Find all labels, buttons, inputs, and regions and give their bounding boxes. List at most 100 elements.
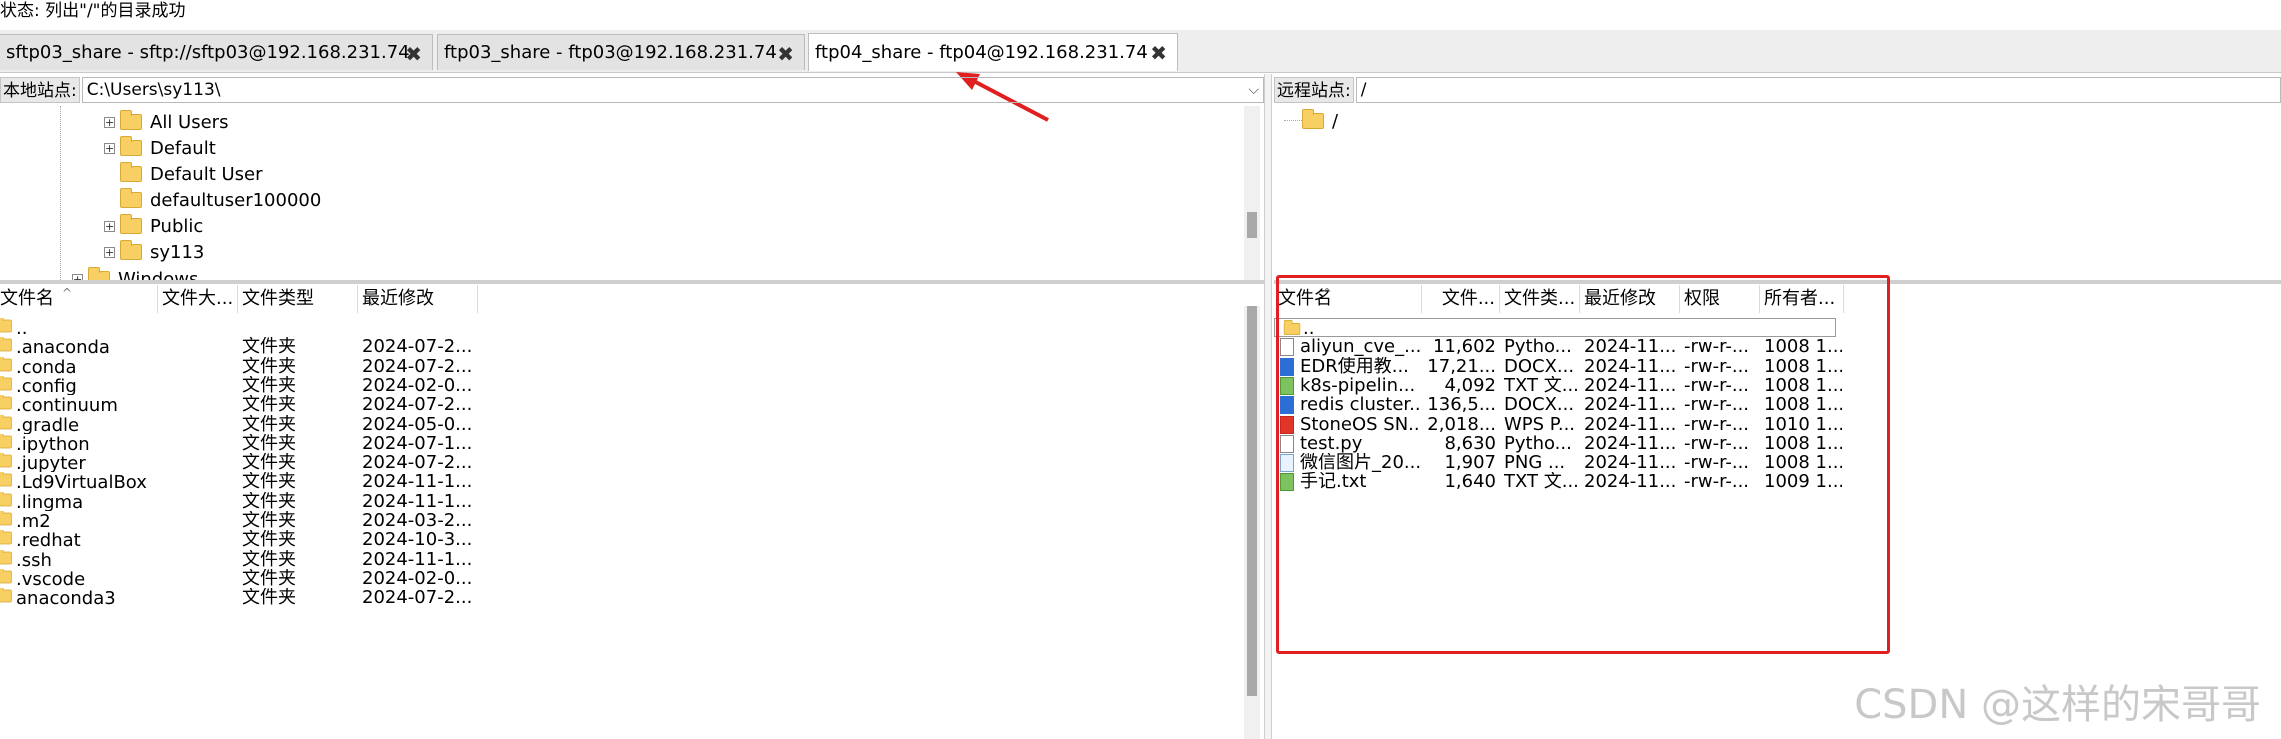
file-type-cell: 文件夹 [242,433,296,453]
tree-item-default-user[interactable]: Default User [120,161,263,187]
folder-icon [120,162,142,182]
list-item[interactable]: .jupyter 文件夹 2024-07-2... [0,453,1240,472]
file-size-cell [158,453,238,472]
column-header-type[interactable]: 文件类型 [238,285,358,313]
tree-item-all-users[interactable]: + All Users [104,109,228,135]
file-modified-cell: 2024-03-2... [362,511,473,530]
tab-label: ftp03_share - ftp03@192.168.231.74 [444,42,777,63]
expand-icon[interactable]: + [104,142,115,154]
close-icon[interactable]: ✖ [405,42,422,66]
file-modified-cell: 2024-07-2... [362,356,473,376]
list-item[interactable]: .vscode 文件夹 2024-02-0... [0,568,1240,588]
list-item[interactable]: .config 文件夹 2024-02-0... [0,375,1240,395]
local-site-bar: 本地站点: C:\Users\sy113\ ⌵ [0,74,1264,106]
folder-icon [0,414,12,429]
tree-item-windows[interactable]: + Windows [72,266,198,280]
file-name-cell: .conda [0,356,162,376]
scrollbar-thumb[interactable] [1247,306,1257,696]
folder-icon [0,511,12,526]
file-name-cell: .gradle [0,414,162,434]
folder-icon [120,214,142,234]
file-name-cell: .anaconda [0,337,162,356]
file-size-cell [158,434,238,453]
file-name: .conda [16,356,77,376]
folder-icon [0,472,12,487]
file-name-cell: .Ld9VirtualBox [0,472,162,491]
expand-icon[interactable]: + [104,246,115,258]
file-modified-cell: 2024-07-1... [362,433,473,453]
close-icon[interactable]: ✖ [777,42,794,66]
tree-scrollbar[interactable] [1244,106,1260,280]
folder-icon [0,568,12,584]
file-modified-cell: 2024-07-2... [362,395,473,415]
file-type-cell: 文件夹 [242,549,296,569]
list-item[interactable]: .continuum 文件夹 2024-07-2... [0,395,1240,414]
vertical-splitter[interactable] [1264,74,1272,739]
folder-icon [0,356,12,371]
tree-item-default[interactable]: + Default [104,135,216,161]
file-modified-cell: 2024-11-1... [362,472,473,492]
list-item[interactable]: .conda 文件夹 2024-07-2... [0,356,1240,376]
tree-item-sy113[interactable]: + sy113 [104,239,204,265]
tree-item-label: Default [150,137,216,159]
list-item[interactable]: .. [0,318,1240,337]
file-size-cell [158,318,238,337]
file-size-cell [158,472,238,491]
list-item[interactable]: .anaconda 文件夹 2024-07-2... [0,337,1240,356]
tree-item-root[interactable]: / [1302,108,1338,134]
folder-icon [88,267,110,280]
file-name: .config [16,375,77,395]
list-item[interactable]: anaconda3 文件夹 2024-07-2... [0,588,1240,607]
tree-item-defaultuser100000[interactable]: defaultuser100000 [120,187,321,213]
remote-path-input[interactable]: / [1355,77,2281,103]
list-item[interactable]: .Ld9VirtualBox 文件夹 2024-11-1... [0,472,1240,491]
folder-icon [0,549,12,564]
file-modified-cell: 2024-02-0... [362,375,473,395]
folder-icon [0,491,12,507]
file-size-cell [158,511,238,530]
folder-icon [1302,109,1324,129]
list-item[interactable]: .gradle 文件夹 2024-05-0... [0,414,1240,434]
file-modified-cell: 2024-07-2... [362,588,473,608]
file-name: .continuum [16,395,118,415]
column-header-size[interactable]: 文件大... [158,285,238,313]
file-size-cell [158,550,238,569]
file-modified-cell: 2024-11-1... [362,491,473,511]
list-item[interactable]: .lingma 文件夹 2024-11-1... [0,491,1240,511]
file-type-cell: 文件夹 [242,568,296,588]
local-file-list: .. .anaconda 文件夹 2024-07-2... .conda 文件夹 2024-… [0,318,1244,739]
tab-ftp03-share[interactable]: ftp03_share - ftp03@192.168.231.74 ✖ [437,34,805,70]
tab-sftp03-share[interactable]: sftp03_share - sftp://sftp03@192.168.231… [0,34,433,70]
expand-icon[interactable]: + [104,116,115,128]
column-header-name[interactable]: 文件名 ^ [0,285,158,313]
local-path-input[interactable]: C:\Users\sy113\ ⌵ [81,77,1264,103]
list-item[interactable]: .ipython 文件夹 2024-07-1... [0,433,1240,453]
list-item[interactable]: .m2 文件夹 2024-03-2... [0,511,1240,530]
folder-icon [0,530,12,545]
file-size-cell [158,415,238,434]
local-list-scrollbar[interactable] [1244,306,1260,739]
tree-item-public[interactable]: + Public [104,213,203,239]
folder-icon [0,453,12,468]
file-type-cell: 文件夹 [242,375,296,395]
pane-splitter[interactable] [0,280,1264,284]
column-header-modified[interactable]: 最近修改 [358,285,478,313]
folder-icon [120,188,142,208]
file-size-cell [158,395,238,414]
list-item[interactable]: .redhat 文件夹 2024-10-3... [0,530,1240,549]
file-modified-cell: 2024-07-2... [362,453,473,473]
file-type-cell: 文件夹 [242,511,296,530]
tree-item-label: All Users [150,111,229,133]
close-icon[interactable]: ✖ [1150,41,1167,65]
folder-icon [0,375,12,391]
expand-icon[interactable]: + [104,220,115,232]
list-item[interactable]: .ssh 文件夹 2024-11-1... [0,549,1240,569]
file-name: .gradle [16,414,80,434]
folder-icon [120,240,142,260]
chevron-down-icon[interactable]: ⌵ [1248,78,1259,102]
file-name-cell: .m2 [0,511,162,530]
file-name-cell: .. [0,318,162,337]
folder-icon [0,433,12,449]
scrollbar-thumb[interactable] [1247,212,1257,238]
folder-icon [120,110,142,130]
